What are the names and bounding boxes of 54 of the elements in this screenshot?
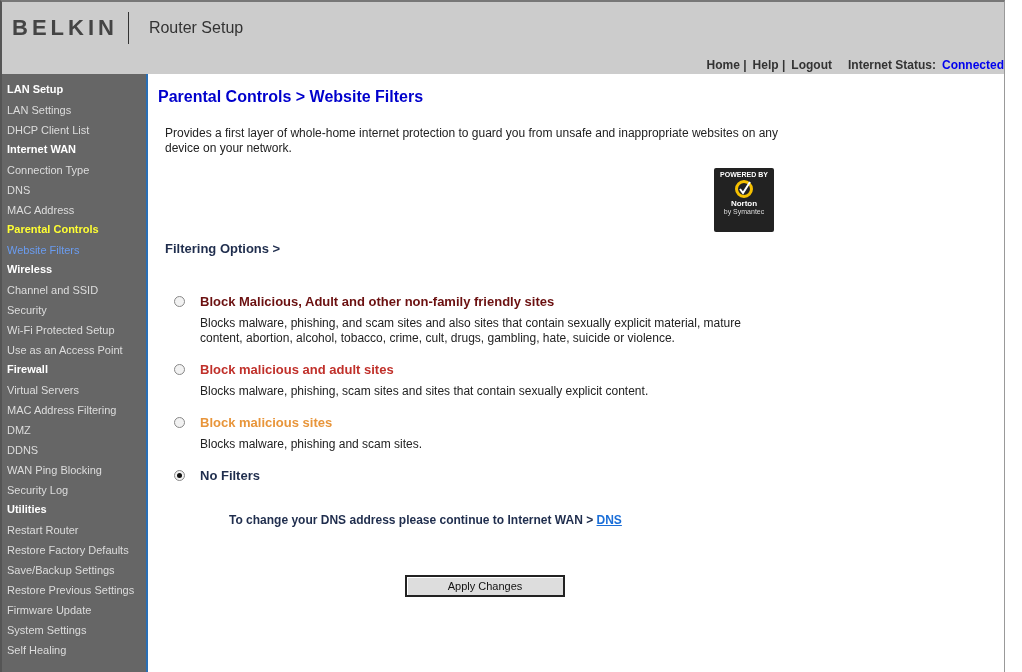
sidebar-item[interactable]: DMZ — [7, 420, 146, 440]
sidebar-section: LAN Setup — [7, 80, 146, 100]
radio-button[interactable] — [174, 364, 185, 375]
apply-button[interactable]: Apply Changes — [405, 575, 565, 597]
header-link[interactable]: Logout — [791, 58, 832, 72]
sidebar-item[interactable]: LAN Settings — [7, 100, 146, 120]
sidebar-item[interactable]: DHCP Client List — [7, 120, 146, 140]
intro-text: Provides a first layer of whole-home internet protection to guard you from unsafe and inappropriate websites on any device on your network. — [165, 126, 779, 156]
page-heading: Parental Controls > Website Filters — [158, 88, 425, 106]
sidebar-item[interactable]: Firmware Update — [7, 600, 146, 620]
sidebar-item[interactable]: Restore Factory Defaults — [7, 540, 146, 560]
sidebar-item[interactable]: Use as an Access Point — [7, 340, 146, 360]
radio-button[interactable] — [174, 417, 185, 428]
sidebar-item[interactable]: Security Log — [7, 480, 146, 500]
dns-note: To change your DNS address please continue to Internet WAN > DNS — [229, 513, 623, 527]
sidebar-section: Parental Controls — [7, 220, 146, 240]
badge-name: Norton — [730, 199, 758, 208]
sidebar-section: Utilities — [7, 500, 146, 520]
option-description: Blocks malware, phishing, and scam sites and also sites that contain sexually explicit material, mature content, abortion, alcohol, tobacco, crime, cult, drugs, gambling, hate, suicide or violence. — [200, 316, 742, 346]
option-title: No Filters — [200, 468, 261, 483]
dns-link[interactable]: DNS — [596, 513, 622, 527]
header-link[interactable]: Home | — [706, 58, 747, 72]
sidebar-item[interactable]: DDNS — [7, 440, 146, 460]
sidebar-item[interactable]: DNS — [7, 180, 146, 200]
option-title: Block malicious sites — [200, 415, 334, 430]
sidebar-item[interactable]: Save/Backup Settings — [7, 560, 146, 580]
sidebar-item[interactable]: WAN Ping Blocking — [7, 460, 146, 480]
sidebar-item[interactable]: Wi-Fi Protected Setup — [7, 320, 146, 340]
sidebar-item[interactable]: MAC Address — [7, 200, 146, 220]
sidebar-section: Wireless — [7, 260, 146, 280]
page-title: Router Setup — [148, 19, 244, 37]
radio-button[interactable] — [174, 470, 185, 481]
option-description: Blocks malware, phishing, scam sites and sites that contain sexually explicit content. — [200, 384, 650, 399]
sidebar-item[interactable]: System Settings — [7, 620, 146, 640]
status-value: Connected — [942, 58, 1004, 72]
sidebar-item[interactable]: Channel and SSID — [7, 280, 146, 300]
status-label: Internet Status: — [847, 58, 936, 72]
sidebar-item[interactable]: Connection Type — [7, 160, 146, 180]
sidebar-section: Firewall — [7, 360, 146, 380]
section-heading: Filtering Options > — [165, 241, 282, 256]
checkmark-icon — [734, 179, 754, 199]
sidebar-item[interactable]: Restart Router — [7, 520, 146, 540]
header-link[interactable]: Help | — [752, 58, 786, 72]
sidebar-section: Internet WAN — [7, 140, 146, 160]
option-description: Blocks malware, phishing and scam sites. — [200, 437, 424, 452]
sidebar-item[interactable]: Self Healing — [7, 640, 146, 660]
sidebar-item[interactable]: Restore Previous Settings — [7, 580, 146, 600]
radio-button[interactable] — [174, 296, 185, 307]
sidebar-item[interactable]: Security — [7, 300, 146, 320]
brand-logo: BELKIN — [12, 12, 129, 44]
sidebar-item[interactable]: MAC Address Filtering — [7, 400, 146, 420]
sidebar-item[interactable]: Virtual Servers — [7, 380, 146, 400]
option-title: Block malicious and adult sites — [200, 362, 395, 377]
option-title: Block Malicious, Adult and other non-family friendly sites — [200, 294, 556, 309]
